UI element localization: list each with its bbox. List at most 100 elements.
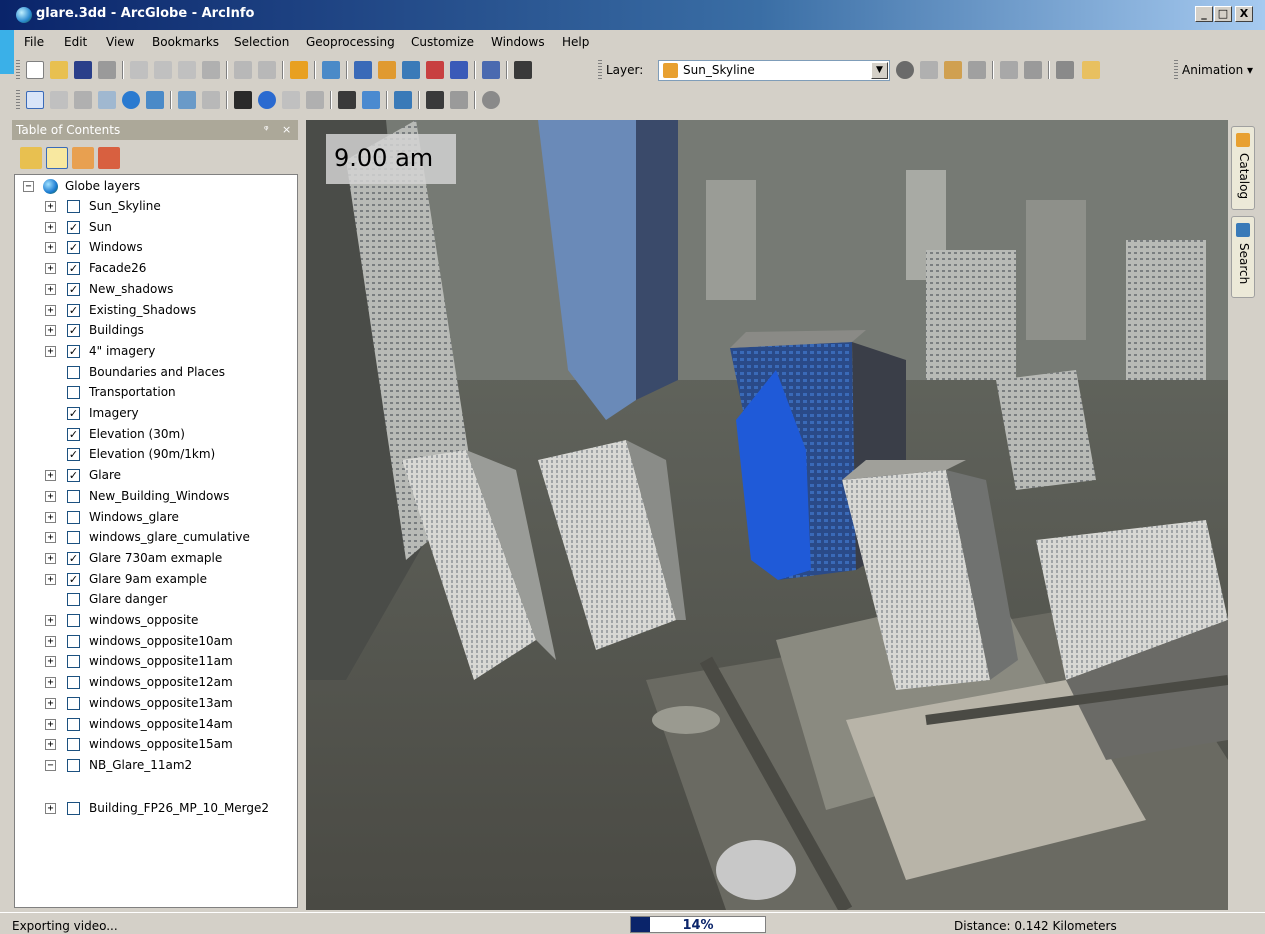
hyperlink-icon[interactable] [282,91,300,109]
flicker-layer-icon[interactable] [1024,61,1042,79]
effects-settings-icon[interactable] [1056,61,1074,79]
layer-row[interactable]: + windows_opposite13am [15,694,295,714]
whats-this-icon[interactable] [514,61,532,79]
layer-row[interactable]: ✓ Elevation (90m/1km) [15,445,295,465]
layer-row[interactable]: + Building_FP26_MP_10_Merge2 [15,799,295,819]
layer-row[interactable]: − NB_Glare_11am2 [15,756,295,776]
layer-row[interactable]: + windows_opposite10am [15,632,295,652]
layer-visibility-checkbox[interactable] [67,593,80,607]
layer-shading-icon[interactable] [968,61,986,79]
pin-icon[interactable]: ᵠ [264,123,269,136]
root-layer-row[interactable]: − Globe layers [15,177,295,197]
layer-row[interactable]: + ✓ Glare [15,466,295,486]
layer-visibility-checkbox[interactable]: ✓ [67,220,80,234]
expand-icon[interactable]: + [45,656,56,668]
options-icon[interactable] [1082,61,1100,79]
expand-icon[interactable]: + [45,573,56,585]
menu-view[interactable]: View [106,35,134,49]
expand-icon[interactable]: + [45,615,56,626]
menu-bookmarks[interactable]: Bookmarks [152,35,219,49]
layer-visibility-checkbox[interactable] [67,365,80,379]
layer-visibility-checkbox[interactable] [67,531,80,545]
list-by-visibility-icon[interactable] [72,147,94,169]
layer-dropdown[interactable]: Sun_Skyline ▼ [658,60,890,81]
layer-row[interactable]: ✓ Elevation (30m) [15,425,295,445]
layer-row[interactable]: + ✓ Glare 9am example [15,570,295,590]
clear-selection-icon[interactable] [202,91,220,109]
toolbar-grip-icon[interactable] [16,60,20,80]
expand-icon[interactable]: + [45,677,56,689]
maximize-button[interactable]: □ [1214,6,1232,22]
search-tab[interactable]: Search [1231,216,1255,298]
menu-edit[interactable]: Edit [64,35,87,49]
layer-visibility-checkbox[interactable] [67,510,80,524]
layer-visibility-checkbox[interactable] [67,676,80,690]
fly-icon[interactable] [74,91,92,109]
expand-icon[interactable]: + [45,283,56,295]
list-by-drawing-order-icon[interactable] [20,147,42,169]
menu-selection[interactable]: Selection [234,35,289,49]
expand-icon[interactable]: + [45,552,56,564]
search-window-icon[interactable] [402,61,420,79]
layer-visibility-checkbox[interactable]: ✓ [67,448,80,462]
toolbar-grip-icon[interactable] [16,90,20,110]
layer-visibility-checkbox[interactable] [67,634,80,648]
full-globe-icon[interactable] [122,91,140,109]
python-window-icon[interactable] [450,61,468,79]
layer-visibility-checkbox[interactable]: ✓ [67,427,80,441]
animation-menu[interactable]: Animation ▾ [1182,63,1253,77]
catalog-icon[interactable] [378,61,396,79]
layer-visibility-checkbox[interactable] [67,655,80,669]
globe-3d-view[interactable]: 9.00 am [306,120,1228,910]
layer-visibility-checkbox[interactable] [67,386,80,400]
expand-icon[interactable]: + [45,490,56,502]
layer-row[interactable]: Glare danger [15,590,295,610]
zoom-percent-icon[interactable] [146,91,164,109]
menu-geoprocessing[interactable]: Geoprocessing [306,35,395,49]
layer-visibility-checkbox[interactable] [67,614,80,627]
observer-icon[interactable] [426,91,444,109]
layer-transparency-icon[interactable] [896,61,914,79]
catalog-tab[interactable]: Catalog [1231,126,1255,210]
print-icon[interactable] [98,61,116,79]
layer-visibility-checkbox[interactable] [67,717,80,731]
full-extent-icon[interactable] [322,61,340,79]
menu-help[interactable]: Help [562,35,589,49]
layer-visibility-checkbox[interactable] [67,738,80,752]
expand-icon[interactable]: + [45,532,56,544]
expand-icon[interactable]: + [45,802,56,814]
layer-row[interactable]: + Windows_glare [15,508,295,528]
layer-visibility-checkbox[interactable] [67,200,80,213]
pan-hand-icon[interactable] [50,91,68,109]
layer-row[interactable]: + ✓ 4" imagery [15,342,295,362]
sun-position-icon[interactable] [920,61,938,79]
expand-icon[interactable]: + [45,345,56,357]
layer-row[interactable]: + ✓ Sun [15,218,295,238]
layer-row[interactable]: + windows_opposite [15,611,295,631]
layer-visibility-checkbox[interactable] [67,489,80,503]
expand-icon[interactable]: + [45,718,56,730]
layer-visibility-checkbox[interactable]: ✓ [67,572,80,586]
undo-icon[interactable] [234,61,252,79]
layer-row[interactable]: Boundaries and Places [15,363,295,383]
expand-icon[interactable]: + [45,263,56,275]
add-data-icon[interactable] [290,61,308,79]
layer-row[interactable]: + Sun_Skyline [15,197,295,217]
menu-file[interactable]: File [24,35,44,49]
measure-icon[interactable] [394,91,412,109]
new-document-icon[interactable] [26,61,44,79]
menu-customize[interactable]: Customize [411,35,474,49]
list-by-selection-icon[interactable] [98,147,120,169]
toolbar-grip-icon[interactable] [1174,60,1178,80]
layer-visibility-checkbox[interactable]: ✓ [67,303,80,317]
expand-icon[interactable]: + [45,242,56,254]
viewer-window-icon[interactable] [450,91,468,109]
layer-row[interactable]: + ✓ Glare 730am exmaple [15,549,295,569]
go-to-xy-icon[interactable] [362,91,380,109]
find-binoculars-icon[interactable] [338,91,356,109]
layer-visibility-checkbox[interactable]: ✓ [67,407,80,420]
expand-icon[interactable]: + [45,697,56,709]
model-builder-icon[interactable] [482,61,500,79]
layer-row[interactable]: + windows_opposite15am [15,735,295,755]
layer-row[interactable]: Transportation [15,383,295,403]
